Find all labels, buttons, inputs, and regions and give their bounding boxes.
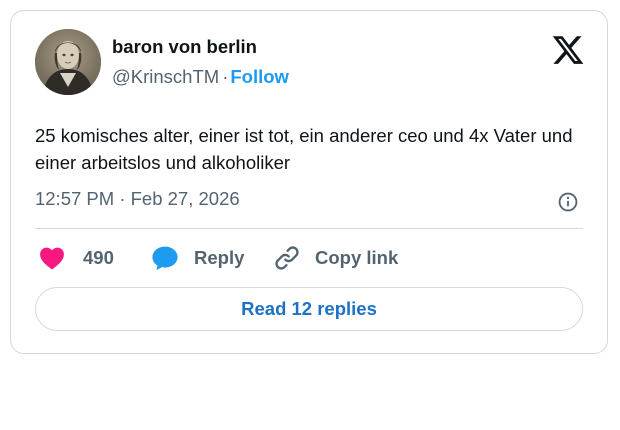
x-logo-icon[interactable] — [551, 33, 585, 67]
like-button[interactable]: 490 — [39, 242, 114, 274]
link-icon — [275, 246, 299, 270]
reply-button[interactable]: Reply — [151, 242, 244, 274]
avatar[interactable] — [35, 29, 101, 95]
info-icon[interactable] — [557, 191, 579, 213]
tweet-timestamp[interactable]: 12:57 PM · Feb 27, 2026 — [35, 188, 240, 210]
follow-button[interactable]: Follow — [230, 66, 289, 87]
divider — [35, 228, 583, 229]
reply-label: Reply — [194, 247, 245, 268]
heart-icon — [40, 247, 64, 270]
read-replies-button[interactable]: Read 12 replies — [35, 287, 583, 331]
author-handle[interactable]: @KrinschTM — [112, 66, 219, 87]
separator-dot: · — [222, 66, 229, 87]
tweet-card: baron von berlin @KrinschTM · Follow 25 ko… — [10, 10, 608, 354]
copy-link-button[interactable]: Copy link — [273, 242, 398, 274]
tweet-text: 25 komisches alter, einer ist tot, ein a… — [35, 125, 573, 173]
speech-bubble-icon — [152, 246, 178, 271]
author-handle-row: @KrinschTM · Follow — [112, 66, 289, 88]
profile-photo-image — [35, 29, 101, 95]
author-name[interactable]: baron von berlin — [112, 36, 257, 58]
like-count: 490 — [83, 247, 114, 268]
copy-link-label: Copy link — [315, 247, 399, 268]
